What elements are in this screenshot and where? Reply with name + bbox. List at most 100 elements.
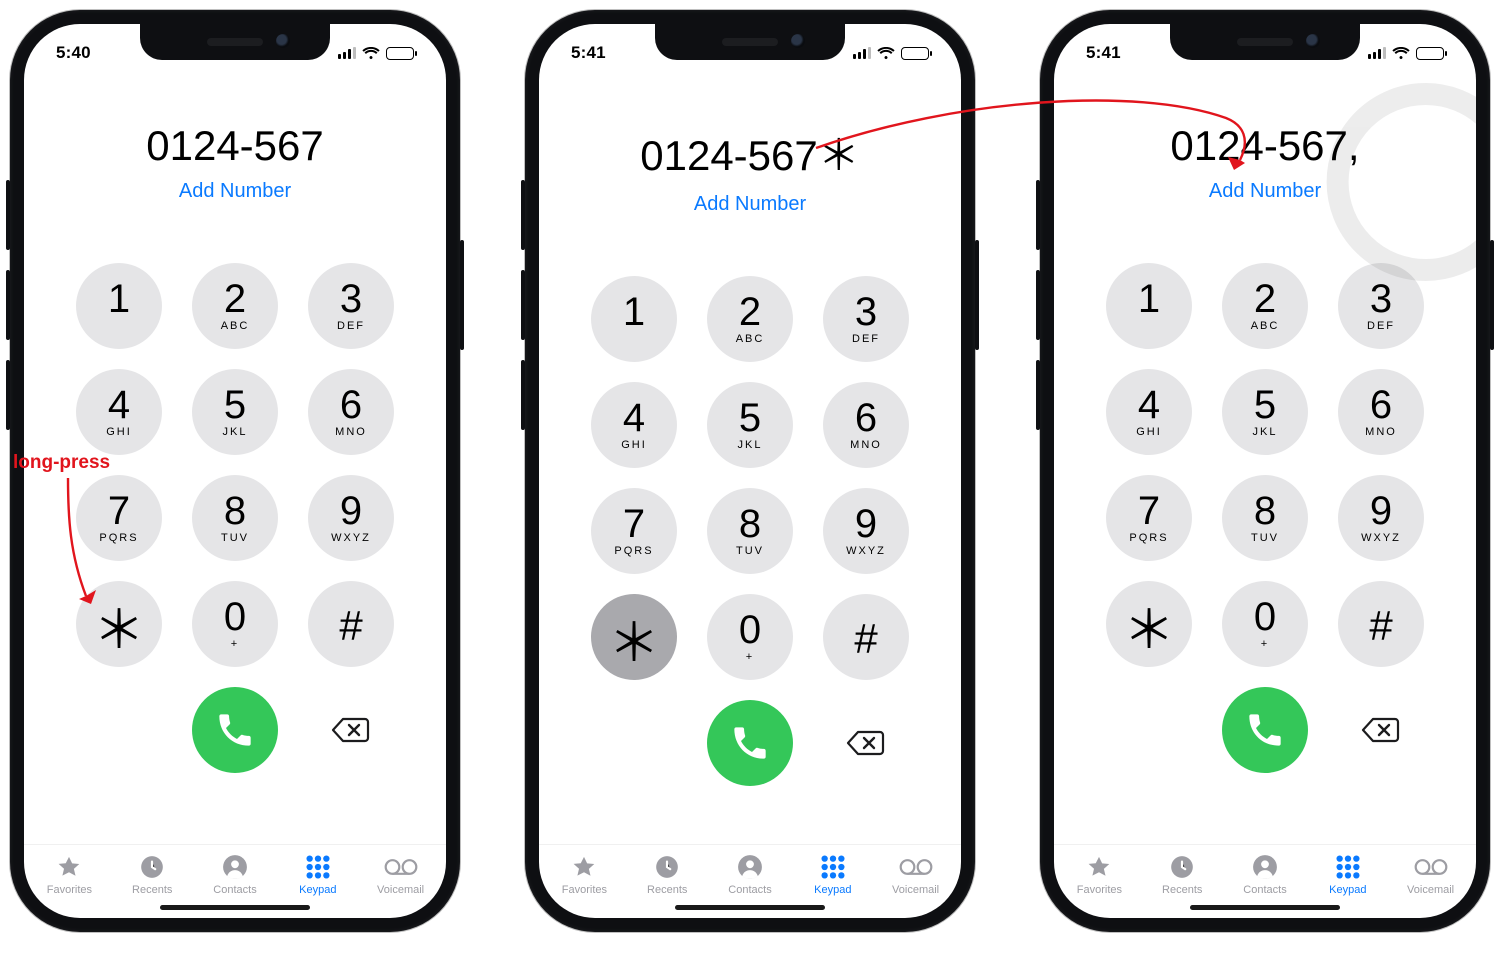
tab-voicemail[interactable]: Voicemail [1389, 853, 1472, 896]
tab-label: Recents [132, 884, 172, 896]
dialed-number: 0124-567 [24, 122, 446, 170]
key-0[interactable]: 0+ [1222, 581, 1308, 667]
signal-icon [1368, 47, 1386, 59]
key-9[interactable]: 9WXYZ [1338, 475, 1424, 561]
tab-keypad[interactable]: Keypad [791, 853, 874, 896]
key-9[interactable]: 9WXYZ [823, 488, 909, 574]
home-indicator [160, 905, 310, 910]
tab-favorites[interactable]: Favorites [1058, 853, 1141, 896]
key-star[interactable]: ＊ [1106, 581, 1192, 667]
keypad-icon [305, 853, 331, 881]
key-hash[interactable]: # [308, 581, 394, 667]
call-button[interactable] [192, 687, 278, 773]
tab-contacts[interactable]: Contacts [194, 853, 277, 896]
key-7[interactable]: 7PQRS [1106, 475, 1192, 561]
signal-icon [853, 47, 871, 59]
key-1[interactable]: 1 [591, 276, 677, 362]
key-2[interactable]: 2ABC [707, 276, 793, 362]
tab-contacts[interactable]: Contacts [709, 853, 792, 896]
tab-recents[interactable]: Recents [111, 853, 194, 896]
key-9[interactable]: 9WXYZ [308, 475, 394, 561]
voicemail-icon [1414, 853, 1448, 881]
call-button[interactable] [1222, 687, 1308, 773]
iphone-frame-1: 5:40 0124-567 Add Number12ABC3DEF4GHI5JK… [10, 10, 460, 932]
key-4[interactable]: 4GHI [1106, 369, 1192, 455]
key-2[interactable]: 2ABC [1222, 263, 1308, 349]
tab-label: Keypad [814, 884, 851, 896]
tab-keypad[interactable]: Keypad [1306, 853, 1389, 896]
add-number-button[interactable]: Add Number [24, 180, 446, 203]
key-6[interactable]: 6MNO [1338, 369, 1424, 455]
tab-recents[interactable]: Recents [1141, 853, 1224, 896]
tab-label: Favorites [1077, 884, 1122, 896]
tab-favorites[interactable]: Favorites [543, 853, 626, 896]
key-5[interactable]: 5JKL [1222, 369, 1308, 455]
battery-icon [901, 47, 929, 60]
key-4[interactable]: 4GHI [76, 369, 162, 455]
clock-icon [1169, 853, 1195, 881]
keypad-icon [820, 853, 846, 881]
dialed-number: 0124-567, [1054, 122, 1476, 170]
voicemail-icon [384, 853, 418, 881]
keypad: 1 2ABC 3DEF 4GHI 5JKL 6MNO 7PQRS 8TUV 9WXYZ ＊ 0+ # [1105, 263, 1425, 667]
status-time: 5:41 [1086, 43, 1121, 63]
wifi-icon [362, 47, 380, 60]
tab-label: Recents [1162, 884, 1202, 896]
home-indicator [675, 905, 825, 910]
add-number-button[interactable]: Add Number [1054, 180, 1476, 203]
add-number-button[interactable]: Add Number [539, 193, 961, 216]
person-icon [737, 853, 763, 881]
delete-button[interactable] [823, 700, 909, 786]
key-0[interactable]: 0+ [707, 594, 793, 680]
voicemail-icon [899, 853, 933, 881]
key-6[interactable]: 6MNO [823, 382, 909, 468]
wifi-icon [877, 47, 895, 60]
tab-recents[interactable]: Recents [626, 853, 709, 896]
signal-icon [338, 47, 356, 59]
key-7[interactable]: 7PQRS [76, 475, 162, 561]
tab-label: Contacts [728, 884, 771, 896]
tab-favorites[interactable]: Favorites [28, 853, 111, 896]
key-8[interactable]: 8TUV [192, 475, 278, 561]
tab-contacts[interactable]: Contacts [1224, 853, 1307, 896]
key-0[interactable]: 0+ [192, 581, 278, 667]
key-5[interactable]: 5JKL [707, 382, 793, 468]
star-icon [56, 853, 82, 881]
key-hash[interactable]: # [1338, 581, 1424, 667]
battery-icon [1416, 47, 1444, 60]
key-6[interactable]: 6MNO [308, 369, 394, 455]
key-8[interactable]: 8TUV [1222, 475, 1308, 561]
key-1[interactable]: 1 [76, 263, 162, 349]
keypad: 1 2ABC 3DEF 4GHI 5JKL 6MNO 7PQRS 8TUV 9WXYZ ＊ 0+ # [590, 276, 910, 680]
tab-voicemail[interactable]: Voicemail [359, 853, 442, 896]
person-icon [222, 853, 248, 881]
key-hash[interactable]: # [823, 594, 909, 680]
tab-keypad[interactable]: Keypad [276, 853, 359, 896]
tab-label: Keypad [299, 884, 336, 896]
clock-icon [139, 853, 165, 881]
home-indicator [1190, 905, 1340, 910]
key-3[interactable]: 3DEF [1338, 263, 1424, 349]
key-5[interactable]: 5JKL [192, 369, 278, 455]
key-star[interactable]: ＊ [591, 594, 677, 680]
key-star[interactable]: ＊ [76, 581, 162, 667]
tab-label: Contacts [213, 884, 256, 896]
key-1[interactable]: 1 [1106, 263, 1192, 349]
tab-voicemail[interactable]: Voicemail [874, 853, 957, 896]
key-8[interactable]: 8TUV [707, 488, 793, 574]
iphone-frame-2: 5:41 0124-567＊ Add Number12ABC3DEF4GHI5J… [525, 10, 975, 932]
dialed-number: 0124-567＊ [539, 122, 961, 183]
clock-icon [654, 853, 680, 881]
battery-icon [386, 47, 414, 60]
star-icon [1086, 853, 1112, 881]
key-2[interactable]: 2ABC [192, 263, 278, 349]
key-4[interactable]: 4GHI [591, 382, 677, 468]
tab-label: Voicemail [892, 884, 939, 896]
keypad-icon [1335, 853, 1361, 881]
delete-button[interactable] [308, 687, 394, 773]
key-3[interactable]: 3DEF [823, 276, 909, 362]
delete-button[interactable] [1338, 687, 1424, 773]
call-button[interactable] [707, 700, 793, 786]
key-3[interactable]: 3DEF [308, 263, 394, 349]
key-7[interactable]: 7PQRS [591, 488, 677, 574]
